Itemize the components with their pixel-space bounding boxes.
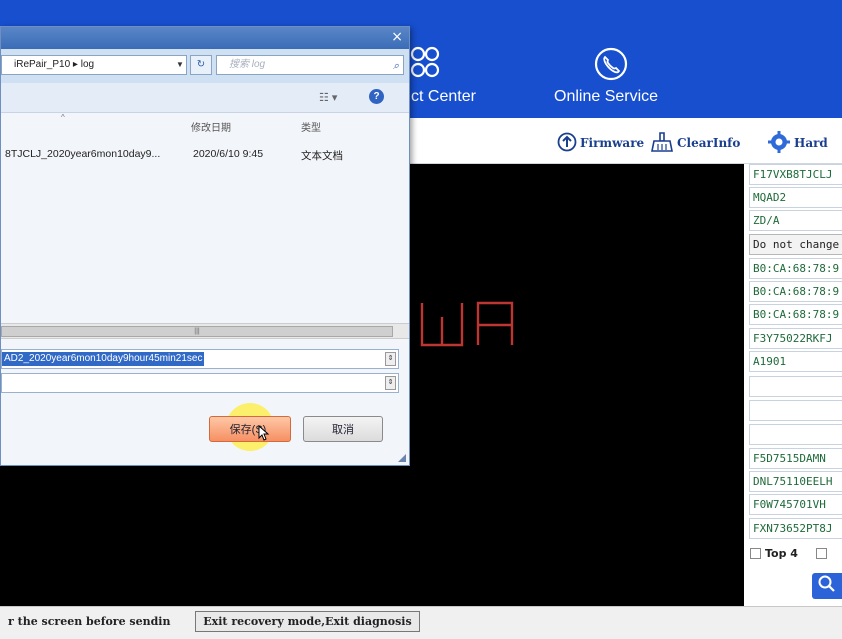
status-text: r the screen before sendin <box>8 615 171 628</box>
exit-recovery-button[interactable]: Exit recovery mode,Exit diagnosis <box>195 611 420 632</box>
search-placeholder: 搜索 log <box>229 59 266 70</box>
bottom-status-bar: r the screen before sendin Exit recovery… <box>0 606 842 639</box>
upload-icon <box>557 132 577 155</box>
info-field[interactable]: F3Y75022RKFJ <box>749 328 842 349</box>
dialog-titlebar[interactable]: × <box>1 27 409 49</box>
info-field[interactable] <box>749 424 842 445</box>
nav-product-label: ct Center <box>411 88 476 105</box>
clearinfo-button[interactable]: ClearInfo <box>650 131 741 156</box>
info-field[interactable]: A1901 <box>749 351 842 372</box>
info-field[interactable] <box>749 376 842 397</box>
help-icon[interactable]: ? <box>369 89 384 104</box>
broom-icon <box>650 131 674 156</box>
hard-button[interactable]: Hard <box>767 130 828 156</box>
info-field[interactable]: B0:CA:68:78:9 <box>749 258 842 279</box>
clearinfo-label: ClearInfo <box>677 136 741 150</box>
checkbox-box <box>750 548 761 559</box>
firmware-label: Firmware <box>580 136 645 150</box>
hard-label: Hard <box>794 136 828 150</box>
search-icon[interactable]: ⌕ <box>393 57 399 75</box>
firmware-button[interactable]: Firmware <box>557 132 644 154</box>
info-field[interactable]: MQAD2 <box>749 187 842 208</box>
resize-grip-icon[interactable] <box>398 454 406 462</box>
nav-online-label: Online Service <box>554 88 659 105</box>
chevron-down-icon[interactable]: ▼ <box>173 55 187 75</box>
magnifier-icon <box>818 575 836 598</box>
command-bar: ☷ ▾ ? <box>1 83 409 113</box>
top4-label: Top 4 <box>765 547 798 560</box>
device-info-panel: F17VXB8TJCLJ MQAD2 ZD/A Do not change B0… <box>747 164 842 606</box>
save-button[interactable]: 保存(S) <box>209 416 291 442</box>
column-header-date[interactable]: 修改日期 <box>191 119 231 134</box>
cursor-icon <box>258 424 270 444</box>
file-row-date: 2020/6/10 9:45 <box>193 148 264 160</box>
address-bar[interactable]: iRePair_P10 ▸ log <box>1 55 187 75</box>
search-input[interactable]: 搜索 log ⌕ <box>216 55 404 75</box>
scrollbar-thumb[interactable]: ||| <box>1 326 393 337</box>
gear-icon <box>767 130 791 156</box>
view-options-icon[interactable]: ☷ ▾ <box>319 91 337 104</box>
refresh-icon[interactable]: ↻ <box>190 55 212 75</box>
info-field[interactable]: F0W745701VH <box>749 494 842 515</box>
info-field[interactable] <box>749 400 842 421</box>
filename-input[interactable]: AD2_2020year6mon10day9hour45min21sec ⇕ <box>1 349 399 369</box>
wifi-mode-select[interactable]: Do not change <box>749 234 842 255</box>
app-window: ct Center Online Service Firmware ClearI… <box>0 0 842 639</box>
close-icon[interactable]: × <box>391 29 403 45</box>
filename-dropdown-icon[interactable]: ⇕ <box>385 352 396 366</box>
filename-selected-text: AD2_2020year6mon10day9hour45min21sec <box>2 352 205 366</box>
info-field[interactable]: DNL75110EELH <box>749 471 842 492</box>
info-field[interactable]: F17VXB8TJCLJ <box>749 164 842 185</box>
address-text: iRePair_P10 ▸ log <box>14 59 95 70</box>
toolbar: Firmware ClearInfo Hard <box>405 118 842 164</box>
filetype-dropdown-icon[interactable]: ⇕ <box>385 376 396 390</box>
address-row: iRePair_P10 ▸ log ▼ ↻ 搜索 log ⌕ <box>1 49 409 83</box>
horizontal-scrollbar[interactable]: ||| <box>1 323 409 339</box>
info-field[interactable]: ZD/A <box>749 210 842 231</box>
clover-icon <box>409 44 441 87</box>
file-row-type: 文本文档 <box>301 150 343 162</box>
info-field[interactable]: B0:CA:68:78:9 <box>749 304 842 325</box>
file-row-name[interactable]: 8TJCLJ_2020year6mon10day9... <box>5 148 160 160</box>
info-field[interactable]: B0:CA:68:78:9 <box>749 281 842 302</box>
sort-arrow-icon: ^ <box>61 113 65 122</box>
phone-icon <box>593 46 629 87</box>
filetype-select[interactable]: ⇕ <box>1 373 399 393</box>
save-file-dialog: × iRePair_P10 ▸ log ▼ ↻ 搜索 log ⌕ ☷ ▾ ? ^… <box>0 26 410 466</box>
info-field[interactable]: F5D7515DAMN <box>749 448 842 469</box>
cancel-button[interactable]: 取消 <box>303 416 383 442</box>
top4-checkbox[interactable]: Top 4 <box>750 547 827 560</box>
checkbox-box-2[interactable] <box>815 548 827 559</box>
info-field[interactable]: FXN73652PT8J <box>749 518 842 539</box>
search-side-button[interactable] <box>812 573 842 599</box>
column-header-type[interactable]: 类型 <box>301 119 321 134</box>
